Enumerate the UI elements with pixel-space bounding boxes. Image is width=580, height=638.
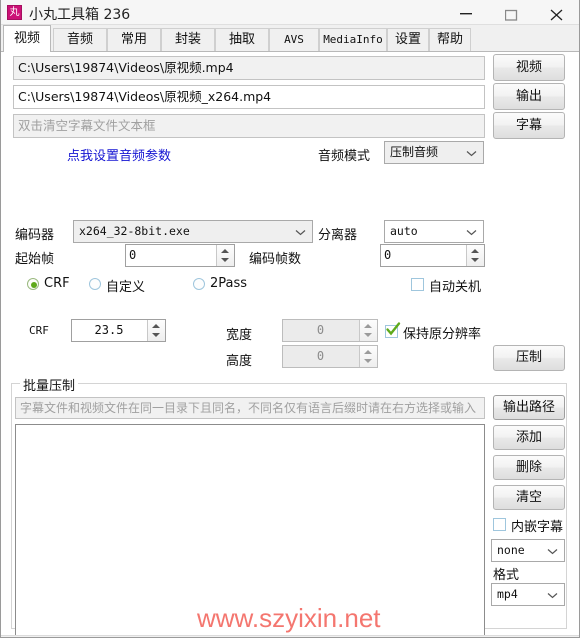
start-frame-value: 0: [129, 248, 137, 262]
encoder-label: 编码器: [15, 228, 55, 243]
tab-common[interactable]: 常用: [107, 28, 161, 51]
frame-count-stepper[interactable]: 0: [380, 244, 485, 267]
batch-subtitle-hint-input[interactable]: 字幕文件和视频文件在同一目录下且同名，不同名仅有语言后缀时请在右方选择或输入: [15, 397, 485, 419]
crf-value: 23.5: [94, 323, 124, 337]
height-label: 高度: [226, 354, 253, 369]
format-label: 格式: [493, 568, 520, 583]
checkbox-box-icon: [411, 278, 424, 291]
video-path-input[interactable]: C:\Users\19874\Videos\原视频.mp4: [13, 56, 485, 80]
tab-audio[interactable]: 音频: [53, 28, 107, 51]
crf-label: CRF: [29, 324, 49, 337]
minimize-button[interactable]: [444, 0, 489, 25]
check-mark-icon: [385, 321, 401, 337]
video-browse-button[interactable]: 视频: [493, 54, 565, 81]
audio-mode-select[interactable]: 压制音频: [384, 141, 484, 164]
batch-output-path-button[interactable]: 输出路径: [493, 395, 565, 420]
start-frame-label: 起始帧: [15, 252, 55, 267]
tab-video[interactable]: 视频: [3, 25, 51, 52]
format-value: mp4: [497, 587, 518, 601]
video-tab-panel: C:\Users\19874\Videos\原视频.mp4 视频 C:\User…: [1, 51, 579, 637]
radio-2pass-label: 2Pass: [210, 276, 248, 291]
window-title: 小丸工具箱 236: [29, 7, 131, 23]
radio-dot-icon: [193, 278, 205, 290]
spinner-arrows-icon[interactable]: [147, 320, 165, 341]
subtitle-suffix-select[interactable]: none: [491, 539, 565, 562]
width-value: 0: [316, 323, 325, 337]
tab-help[interactable]: 帮助: [429, 28, 471, 51]
tab-bar: 视频 音频 常用 封装 抽取 AVS MediaInfo 设置 帮助: [1, 25, 579, 52]
subtitle-suffix-value: none: [497, 543, 525, 557]
audio-mode-label: 音频模式: [318, 149, 371, 164]
radio-dot-icon: [89, 278, 101, 290]
demuxer-select[interactable]: auto: [384, 220, 484, 243]
subtitle-browse-button[interactable]: 字幕: [493, 112, 565, 139]
start-frame-stepper[interactable]: 0: [125, 244, 235, 267]
crf-stepper[interactable]: 23.5: [71, 319, 166, 342]
encode-button[interactable]: 压制: [493, 345, 565, 371]
title-bar: 丸 小丸工具箱 236: [1, 0, 579, 25]
width-label: 宽度: [226, 328, 253, 343]
frame-count-value: 0: [384, 248, 392, 262]
spinner-arrows-icon[interactable]: [216, 245, 234, 266]
radio-dot-icon: [27, 278, 39, 290]
batch-remove-button[interactable]: 删除: [493, 455, 565, 480]
maximize-button[interactable]: [489, 0, 534, 25]
audio-settings-link[interactable]: 点我设置音频参数: [67, 145, 171, 164]
demuxer-value: auto: [390, 224, 418, 238]
tab-settings[interactable]: 设置: [387, 28, 429, 51]
spinner-arrows-icon[interactable]: [359, 320, 377, 341]
encoder-value: x264_32-8bit.exe: [79, 224, 190, 238]
batch-file-list[interactable]: [15, 424, 485, 637]
chevron-down-icon: [547, 540, 559, 561]
format-select[interactable]: mp4: [491, 583, 565, 606]
checkbox-box-icon: [493, 518, 506, 531]
demuxer-label: 分离器: [318, 228, 358, 243]
batch-clear-button[interactable]: 清空: [493, 485, 565, 510]
subtitle-path-input[interactable]: 双击清空字幕文件文本框: [13, 114, 485, 138]
tab-mux[interactable]: 封装: [161, 28, 215, 51]
tab-extract[interactable]: 抽取: [215, 28, 269, 51]
spinner-arrows-icon[interactable]: [466, 245, 484, 266]
checkbox-auto-shutdown-label: 自动关机: [429, 280, 482, 295]
audio-mode-value: 压制音频: [390, 145, 439, 159]
output-path-input[interactable]: C:\Users\19874\Videos\原视频_x264.mp4: [13, 85, 485, 109]
tab-mediainfo[interactable]: MediaInfo: [319, 28, 387, 51]
checkbox-embed-subtitle-label: 内嵌字幕: [511, 520, 564, 535]
spinner-arrows-icon[interactable]: [359, 346, 377, 367]
maru-app-icon: 丸: [7, 5, 22, 20]
frame-count-label: 编码帧数: [249, 252, 302, 267]
batch-group-title: 批量压制: [20, 375, 79, 394]
chevron-down-icon: [466, 142, 478, 163]
height-value: 0: [316, 349, 325, 363]
output-browse-button[interactable]: 输出: [493, 83, 565, 110]
chevron-down-icon: [466, 221, 478, 242]
radio-custom-label: 自定义: [106, 280, 146, 295]
chevron-down-icon: [295, 221, 307, 242]
status-bar: [1, 635, 579, 637]
height-stepper[interactable]: 0: [282, 345, 378, 368]
app-window: 丸 小丸工具箱 236 视频 音频 常用 封装 抽取 AVS MediaInfo…: [0, 0, 580, 638]
chevron-down-icon: [547, 584, 559, 605]
radio-crf-label: CRF: [44, 276, 70, 291]
close-button[interactable]: [534, 0, 579, 25]
checkbox-keep-resolution-label: 保持原分辨率: [403, 327, 482, 342]
tab-avs[interactable]: AVS: [269, 28, 319, 51]
width-stepper[interactable]: 0: [282, 319, 378, 342]
encoder-select[interactable]: x264_32-8bit.exe: [73, 220, 313, 243]
batch-add-button[interactable]: 添加: [493, 425, 565, 450]
